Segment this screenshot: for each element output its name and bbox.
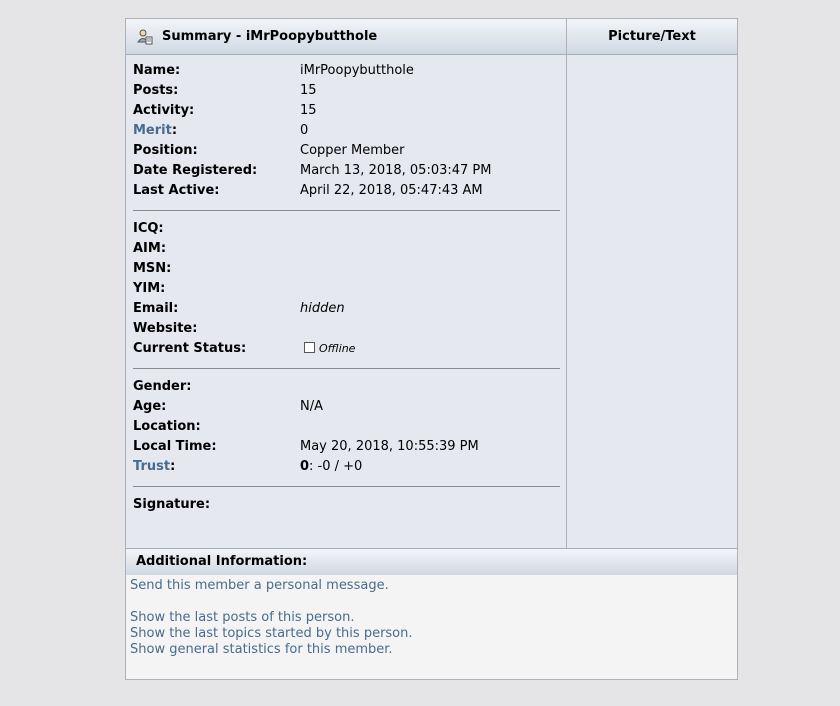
website-label: Website: <box>133 321 198 336</box>
status-label: Current Status: <box>133 341 247 356</box>
general-stats-link[interactable]: Show general statistics for this member. <box>130 642 393 658</box>
merit-row: Merit: 0 <box>133 121 560 141</box>
summary-header: Summary - iMrPoopybutthole <box>126 19 566 55</box>
gender-row: Gender: <box>133 377 560 397</box>
merit-label: Merit: <box>133 121 177 141</box>
gender-label: Gender: <box>133 379 192 394</box>
aim-label: AIM: <box>133 241 167 256</box>
website-row: Website: <box>133 319 560 339</box>
profile-header: Summary - iMrPoopybutthole Picture/Text <box>126 19 737 55</box>
name-row: Name: iMrPoopybutthole <box>133 61 560 81</box>
send-pm-link[interactable]: Send this member a personal message. <box>130 578 389 594</box>
location-row: Location: <box>133 417 560 437</box>
icq-row: ICQ: <box>133 219 560 239</box>
status-value: Offline <box>304 339 355 359</box>
date-registered-label: Date Registered: <box>133 163 258 178</box>
picture-text-header: Picture/Text <box>567 19 737 55</box>
date-registered-value: March 13, 2018, 05:03:47 PM <box>300 163 492 178</box>
age-row: Age: N/A <box>133 397 560 417</box>
yim-row: YIM: <box>133 279 560 299</box>
trust-link[interactable]: Trust <box>133 459 170 474</box>
additional-info-header: Additional Information: <box>126 548 737 576</box>
activity-row: Activity: 15 <box>133 101 560 121</box>
posts-row: Posts: 15 <box>133 81 560 101</box>
yim-label: YIM: <box>133 281 166 296</box>
trust-row: Trust: 0: -0 / +0 <box>133 457 560 477</box>
local-time-label: Local Time: <box>133 439 217 454</box>
user-icon <box>137 29 153 45</box>
posts-label: Posts: <box>133 83 179 98</box>
last-topics-link[interactable]: Show the last topics started by this per… <box>130 626 413 642</box>
additional-info-body: Send this member a personal message. Sho… <box>126 575 737 679</box>
profile-panel: Summary - iMrPoopybutthole Picture/Text … <box>125 18 738 680</box>
email-value: hidden <box>300 301 345 316</box>
aim-row: AIM: <box>133 239 560 259</box>
posts-value: 15 <box>300 83 317 98</box>
signature-row: Signature: <box>133 495 560 515</box>
email-row: Email: hidden <box>133 299 560 319</box>
trust-score: 0 <box>300 459 310 474</box>
last-active-label: Last Active: <box>133 183 220 198</box>
last-posts-link[interactable]: Show the last posts of this person. <box>130 610 354 626</box>
signature-label: Signature: <box>133 497 211 512</box>
trust-label: Trust: <box>133 457 175 477</box>
position-label: Position: <box>133 143 198 158</box>
merit-value: 0 <box>300 123 309 138</box>
merit-colon: : <box>171 123 178 138</box>
location-label: Location: <box>133 419 201 434</box>
trust-detail: : -0 / +0 <box>309 459 363 474</box>
local-time-value: May 20, 2018, 10:55:39 PM <box>300 439 479 454</box>
summary-title: Summary - iMrPoopybutthole <box>162 29 378 44</box>
last-active-value: April 22, 2018, 05:47:43 AM <box>300 183 483 198</box>
activity-value: 15 <box>300 103 317 118</box>
email-label: Email: <box>133 301 179 316</box>
position-value: Copper Member <box>300 143 405 158</box>
local-time-row: Local Time: May 20, 2018, 10:55:39 PM <box>133 437 560 457</box>
column-divider <box>566 19 567 548</box>
name-value: iMrPoopybutthole <box>300 63 414 78</box>
last-active-row: Last Active: April 22, 2018, 05:47:43 AM <box>133 181 560 201</box>
status-text: Offline <box>319 342 356 355</box>
divider <box>133 368 560 369</box>
status-row: Current Status: Offline <box>133 339 560 359</box>
divider <box>133 210 560 211</box>
age-value: N/A <box>300 399 323 414</box>
msn-row: MSN: <box>133 259 560 279</box>
msn-label: MSN: <box>133 261 172 276</box>
divider <box>133 486 560 487</box>
offline-status-icon <box>304 342 315 353</box>
name-label: Name: <box>133 63 181 78</box>
age-label: Age: <box>133 399 167 414</box>
additional-info-title: Additional Information: <box>136 554 308 569</box>
date-registered-row: Date Registered: March 13, 2018, 05:03:4… <box>133 161 560 181</box>
icq-label: ICQ: <box>133 221 164 236</box>
position-row: Position: Copper Member <box>133 141 560 161</box>
activity-label: Activity: <box>133 103 195 118</box>
trust-value: 0: -0 / +0 <box>300 457 362 477</box>
trust-colon: : <box>170 459 176 474</box>
merit-link[interactable]: Merit <box>133 123 172 138</box>
